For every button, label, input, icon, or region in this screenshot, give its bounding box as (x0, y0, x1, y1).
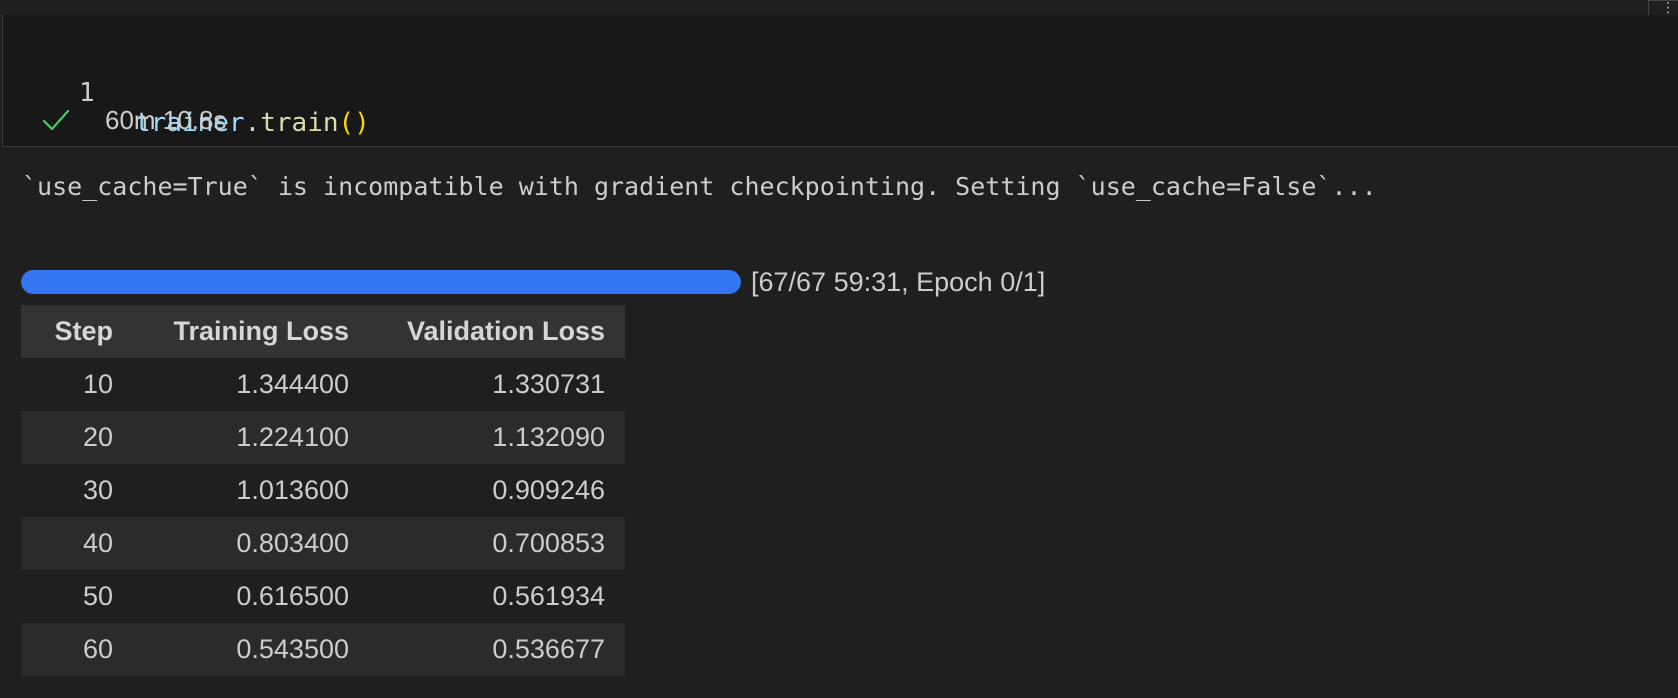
check-icon (42, 109, 70, 131)
step-cell: 20 (21, 411, 133, 464)
validation-loss-cell: 0.700853 (369, 517, 625, 570)
progress-label: [67/67 59:31, Epoch 0/1] (751, 266, 1046, 297)
code-token-method: train (260, 108, 339, 138)
validation-loss-cell: 0.561934 (369, 570, 625, 623)
training-loss-cell: 1.013600 (133, 464, 369, 517)
step-cell: 30 (21, 464, 133, 517)
table-row: 60 0.543500 0.536677 (21, 623, 625, 676)
training-progress: [67/67 59:31, Epoch 0/1] (21, 267, 1045, 297)
column-header-step: Step (21, 305, 133, 358)
table-row: 10 1.344400 1.330731 (21, 358, 625, 411)
code-cell[interactable]: 1 trainer.train() 60m 10.8s (2, 15, 1678, 147)
training-loss-cell: 1.224100 (133, 411, 369, 464)
training-loss-cell: 0.803400 (133, 517, 369, 570)
training-loss-cell: 1.344400 (133, 358, 369, 411)
progress-bar-fill (21, 270, 741, 294)
table-row: 30 1.013600 0.909246 (21, 464, 625, 517)
validation-loss-cell: 0.536677 (369, 623, 625, 676)
table-row: 20 1.224100 1.132090 (21, 411, 625, 464)
code-line[interactable]: 1 trainer.train() (3, 48, 370, 138)
progress-bar (21, 270, 741, 294)
training-loss-cell: 0.616500 (133, 570, 369, 623)
step-cell: 50 (21, 570, 133, 623)
validation-loss-cell: 1.132090 (369, 411, 625, 464)
cell-output: `use_cache=True` is incompatible with gr… (0, 147, 1678, 698)
execution-status: 60m 10.8s (41, 103, 226, 137)
warning-message: `use_cache=True` is incompatible with gr… (22, 172, 1377, 201)
table-header-row: Step Training Loss Validation Loss (21, 305, 625, 358)
previous-cell-edge (0, 0, 1678, 16)
validation-loss-cell: 1.330731 (369, 358, 625, 411)
validation-loss-cell: 0.909246 (369, 464, 625, 517)
column-header-training-loss: Training Loss (133, 305, 369, 358)
step-cell: 60 (21, 623, 133, 676)
step-cell: 10 (21, 358, 133, 411)
execution-time: 60m 10.8s (105, 104, 227, 135)
training-metrics-table: Step Training Loss Validation Loss 10 1.… (21, 305, 625, 676)
column-header-validation-loss: Validation Loss (369, 305, 625, 358)
code-token-dot: . (244, 108, 261, 138)
training-loss-cell: 0.543500 (133, 623, 369, 676)
code-token-parens: () (338, 108, 370, 138)
table-row: 50 0.616500 0.561934 (21, 570, 625, 623)
table-row: 40 0.803400 0.700853 (21, 517, 625, 570)
step-cell: 40 (21, 517, 133, 570)
